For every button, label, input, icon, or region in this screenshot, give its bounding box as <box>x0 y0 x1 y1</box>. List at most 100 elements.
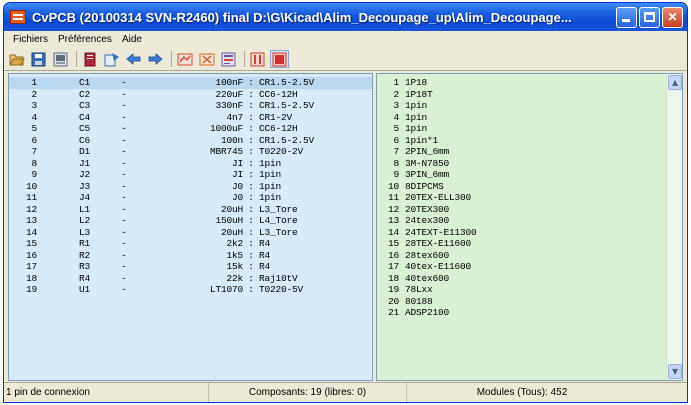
list-icon <box>84 52 95 66</box>
save-button[interactable] <box>29 50 48 68</box>
component-module: T0220-2V <box>259 146 304 157</box>
component-dash: - <box>121 180 127 192</box>
component-row[interactable]: 8 J1 - JI:1pin <box>9 158 372 170</box>
module-row[interactable]: 21 ADSP2100 <box>377 307 682 319</box>
component-row[interactable]: 2 C2 - 220uF: CC6-12H <box>9 89 372 101</box>
config-icon <box>53 52 68 66</box>
component-separator: : <box>248 226 254 238</box>
component-separator: : <box>248 192 254 203</box>
module-name: 3M-N7850 <box>405 157 450 169</box>
component-row[interactable]: 3 C3 - 330nF: CR1.5-2.5V <box>9 100 372 112</box>
module-row[interactable]: 19 78Lxx <box>377 284 682 296</box>
component-separator: : <box>248 180 254 192</box>
module-row[interactable]: 12 20TEX300 <box>377 204 682 216</box>
export-button[interactable] <box>219 50 238 68</box>
component-row[interactable]: 17 R3 - 15k: R4 <box>9 261 372 273</box>
module-row[interactable]: 17 40tex-E11600 <box>377 261 682 273</box>
module-row[interactable]: 8 3M-N7850 <box>377 158 682 170</box>
component-module: L3_Tore <box>259 203 298 215</box>
filter-button[interactable] <box>248 50 267 68</box>
close-button[interactable]: ✕ <box>662 6 683 28</box>
component-row[interactable]: 5 C5 - 1000uF: CC6-12H <box>9 123 372 135</box>
minimize-button[interactable] <box>616 6 637 28</box>
list-button[interactable] <box>80 50 99 68</box>
auto-associate-button[interactable] <box>175 50 194 68</box>
module-row[interactable]: 6 1pin*1 <box>377 135 682 147</box>
component-module: CC6-12H <box>259 123 298 134</box>
module-row[interactable]: 7 2PIN_6mm <box>377 146 682 158</box>
toolbar-separator <box>244 51 245 67</box>
component-reference: D1 <box>79 146 91 157</box>
delete-association-button[interactable] <box>197 50 216 68</box>
config-button[interactable] <box>51 50 70 68</box>
module-row[interactable]: 2 1P18T <box>377 89 682 101</box>
component-row[interactable]: 16 R2 - 1k5: R4 <box>9 250 372 262</box>
module-row[interactable]: 4 1pin <box>377 112 682 124</box>
title-bar[interactable]: CvPCB (20100314 SVN-R2460) final D:\G\Ki… <box>4 3 687 31</box>
component-module: R4 <box>259 261 271 272</box>
scroll-up-button[interactable]: ▲ <box>668 75 682 90</box>
module-row[interactable]: 20 80188 <box>377 296 682 308</box>
module-row[interactable]: 16 28tex600 <box>377 250 682 262</box>
component-row[interactable]: 18 R4 - 22k: Raj10tV <box>9 273 372 285</box>
auto-associate-icon <box>177 53 192 65</box>
module-button[interactable] <box>102 50 121 68</box>
module-row[interactable]: 18 40tex600 <box>377 273 682 285</box>
app-window: CvPCB (20100314 SVN-R2460) final D:\G\Ki… <box>3 2 688 403</box>
component-reference: L3 <box>79 226 91 238</box>
module-row[interactable]: 9 3PIN_6mm <box>377 169 682 181</box>
component-value: 20uH <box>220 226 243 238</box>
component-separator: : <box>248 249 254 261</box>
component-dash: - <box>121 238 127 249</box>
maximize-button[interactable] <box>639 6 660 28</box>
module-row[interactable]: 5 1pin <box>377 123 682 135</box>
component-row[interactable]: 14 L3 - 20uH: L3_Tore <box>9 227 372 239</box>
component-module: 1pin <box>259 192 282 203</box>
component-row[interactable]: 7 D1 - MBR745: T0220-2V <box>9 146 372 158</box>
component-row[interactable]: 4 C4 - 4n7: CR1-2V <box>9 112 372 124</box>
component-row[interactable]: 10 J3 - J0:1pin <box>9 181 372 193</box>
menu-aide[interactable]: Aide <box>117 34 147 45</box>
module-row[interactable]: 3 1pin <box>377 100 682 112</box>
module-name: 1pin <box>405 111 428 123</box>
component-row[interactable]: 13 L2 - 150uH: L4_Tore <box>9 215 372 227</box>
component-row[interactable]: 6 C6 - 100n: CR1.5-2.5V <box>9 135 372 147</box>
scroll-down-button[interactable]: ▼ <box>668 364 682 379</box>
component-row[interactable]: 19 U1 - LT1070: T0220-5V <box>9 284 372 296</box>
module-row[interactable]: 11 20TEX-ELL300 <box>377 192 682 204</box>
module-row[interactable]: 10 8DIPCMS <box>377 181 682 193</box>
component-reference: R2 <box>79 249 91 261</box>
modules-list[interactable]: 1 1P18 2 1P18T 3 1pin 4 1pin 5 1pin 6 1pin*1 7 2PIN_6… <box>376 73 683 381</box>
filter-active-button[interactable] <box>270 50 289 68</box>
components-rows: 1 C1 - 100nF: CR1.5-2.5V 2 C2 - 220uF: CC6-12H 3 C3… <box>9 77 372 296</box>
module-name: 1pin*1 <box>405 134 439 146</box>
component-module: CR1.5-2.5V <box>259 77 315 88</box>
component-separator: : <box>248 111 254 123</box>
previous-button[interactable] <box>124 50 143 68</box>
component-reference: C6 <box>79 134 91 146</box>
next-button[interactable] <box>146 50 165 68</box>
module-row[interactable]: 15 28TEX-E11600 <box>377 238 682 250</box>
component-reference: R4 <box>79 272 91 284</box>
component-row[interactable]: 12 L1 - 20uH: L3_Tore <box>9 204 372 216</box>
menu-preferences[interactable]: Préférences <box>53 34 117 45</box>
menu-fichiers[interactable]: Fichiers <box>8 34 53 45</box>
module-row[interactable]: 13 24tex300 <box>377 215 682 227</box>
component-row[interactable]: 1 C1 - 100nF: CR1.5-2.5V <box>9 77 372 89</box>
component-index: 11 <box>25 192 37 203</box>
component-row[interactable]: 11 J4 - J0:1pin <box>9 192 372 204</box>
toolbar <box>4 48 687 71</box>
component-row[interactable]: 15 R1 - 2k2: R4 <box>9 238 372 250</box>
component-value: 100n <box>220 134 243 146</box>
component-separator: : <box>248 157 254 169</box>
open-button[interactable] <box>7 50 26 68</box>
module-row[interactable]: 1 1P18 <box>377 77 682 89</box>
component-module: CR1.5-2.5V <box>259 100 315 111</box>
components-list[interactable]: 1 C1 - 100nF: CR1.5-2.5V 2 C2 - 220uF: CC6-12H 3 C3… <box>8 73 373 381</box>
component-value: 100nF <box>215 77 243 88</box>
component-row[interactable]: 9 J2 - JI:1pin <box>9 169 372 181</box>
module-row[interactable]: 14 24TEXT-E11300 <box>377 227 682 239</box>
component-separator: : <box>248 134 254 146</box>
modules-scrollbar[interactable]: ▲ ▼ <box>666 74 682 380</box>
module-index: 13 <box>387 215 399 226</box>
